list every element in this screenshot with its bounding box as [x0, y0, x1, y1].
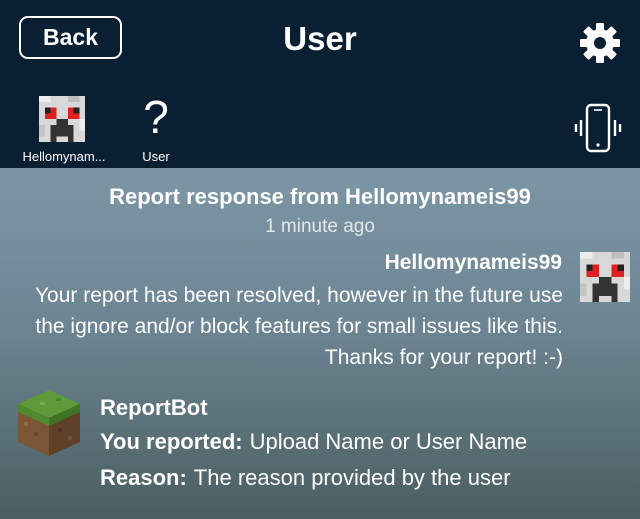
phone-vibrate-icon[interactable] — [574, 103, 622, 155]
message-body: Your report has been resolved, however i… — [34, 284, 563, 369]
message-title: Report response from Hellomynameis99 — [109, 184, 531, 209]
question-mark-icon: ? — [143, 91, 169, 143]
reported-value: Upload Name or User Name — [249, 429, 528, 454]
message-panel: Report response from Hellomynameis99 1 m… — [0, 168, 640, 519]
reason-label: Reason: — [100, 465, 187, 490]
grass-block-icon — [18, 390, 80, 456]
creeper-avatar-icon — [39, 96, 85, 142]
reason-row: Reason: The reason provided by the user — [100, 465, 511, 491]
header-bar: Back User Hellomynam... ? User — [0, 0, 640, 168]
gear-icon[interactable] — [578, 21, 622, 65]
tab-user-hellomynameis99[interactable]: Hellomynam... — [18, 96, 110, 166]
reported-label: You reported: — [100, 429, 243, 454]
tab-label: Hellomynam... — [22, 149, 106, 164]
tab-label: User — [142, 149, 170, 164]
message-timestamp: 1 minute ago — [265, 216, 375, 237]
reason-value: The reason provided by the user — [193, 465, 511, 490]
page-title: User — [283, 20, 357, 57]
creeper-avatar-icon — [580, 252, 630, 302]
reported-row: You reported: Upload Name or User Name — [100, 429, 527, 455]
message-author: Hellomynameis99 — [384, 251, 562, 274]
bot-name: ReportBot — [100, 395, 208, 420]
tab-user-unknown[interactable]: ? User — [128, 92, 184, 166]
